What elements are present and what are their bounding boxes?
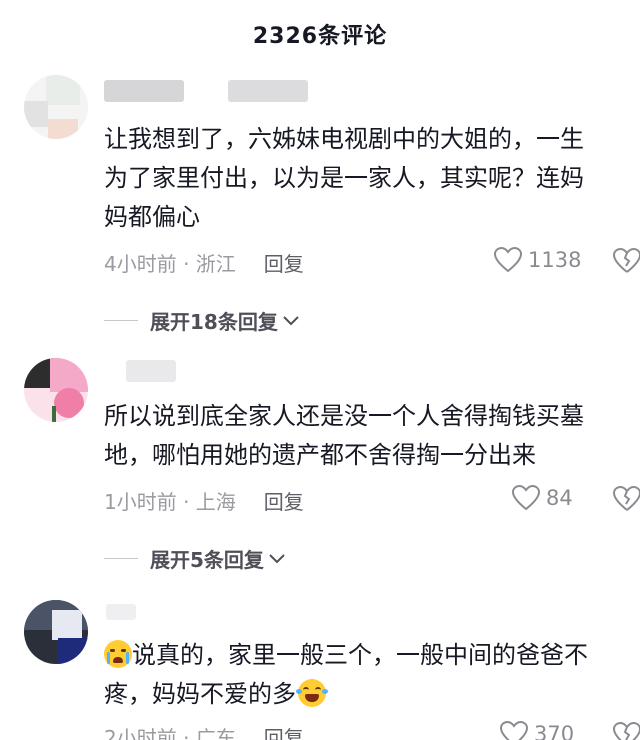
expand-replies-button[interactable]: 展开5条回复 xyxy=(104,544,286,573)
avatar[interactable] xyxy=(24,358,88,422)
like-button[interactable]: 370 xyxy=(500,721,574,740)
like-count: 1138 xyxy=(528,248,582,272)
comment-meta: 2小时前 · 广东 回复 xyxy=(104,722,304,740)
laughing-tears-emoji xyxy=(296,679,328,707)
comment-meta: 1小时前 · 上海 回复 xyxy=(104,486,304,515)
reply-button[interactable]: 回复 xyxy=(264,726,304,740)
time-location: 4小时前 · 浙江 xyxy=(104,252,236,276)
broken-heart-icon[interactable] xyxy=(612,248,640,274)
reply-button[interactable]: 回复 xyxy=(264,252,304,276)
like-button[interactable]: 84 xyxy=(512,485,573,511)
time-location: 1小时前 · 上海 xyxy=(104,490,236,514)
comment-text: 说真的，家里一般三个，一般中间的爸爸不 疼，妈妈不爱的多 xyxy=(104,640,588,708)
expand-replies-button[interactable]: 展开18条回复 xyxy=(104,306,300,335)
reply-button[interactable]: 回复 xyxy=(264,490,304,514)
like-count: 84 xyxy=(546,486,573,510)
time-location: 2小时前 · 广东 xyxy=(104,726,236,740)
avatar[interactable] xyxy=(24,600,88,664)
heart-outline-icon xyxy=(494,247,522,273)
heart-outline-icon xyxy=(500,721,528,740)
broken-heart-icon[interactable] xyxy=(612,486,640,512)
divider-line xyxy=(104,558,138,559)
username-blurred[interactable] xyxy=(104,80,184,102)
like-count: 370 xyxy=(534,722,575,740)
heart-outline-icon xyxy=(512,485,540,511)
crying-face-emoji xyxy=(104,640,132,668)
chevron-down-icon xyxy=(283,315,299,325)
user-tag-blurred xyxy=(228,80,308,102)
comment-text: 所以说到底全家人还是没一个人舍得掏钱买墓 地，哪怕用她的遗产都不舍得掏一分出来 xyxy=(104,402,584,469)
comment-count-title: 2326条评论 xyxy=(252,24,388,49)
comment-meta: 4小时前 · 浙江 回复 xyxy=(104,248,304,277)
username-blurred[interactable] xyxy=(126,360,176,382)
chevron-down-icon xyxy=(269,553,285,563)
like-button[interactable]: 1138 xyxy=(494,247,581,273)
expand-replies-label: 展开5条回复 xyxy=(150,548,264,572)
expand-replies-label: 展开18条回复 xyxy=(150,310,278,334)
divider-line xyxy=(104,320,138,321)
broken-heart-icon[interactable] xyxy=(612,722,640,740)
username-blurred[interactable] xyxy=(106,604,136,620)
avatar[interactable] xyxy=(24,75,88,139)
comment-text: 让我想到了，六姊妹电视剧中的大姐的，一生 为了家里付出，以为是一家人，其实呢？连… xyxy=(104,125,584,231)
